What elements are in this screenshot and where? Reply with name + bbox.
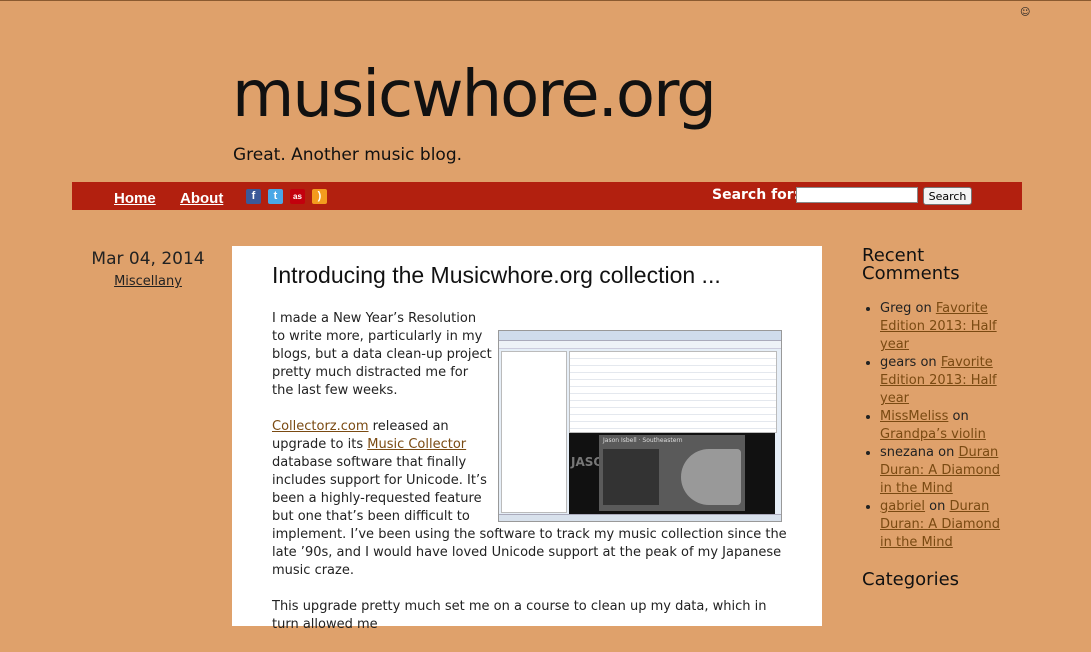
comment-on-text: on — [916, 355, 941, 370]
post-content: Introducing the Musicwhore.org collectio… — [232, 246, 822, 632]
comment-author[interactable]: MissMeliss — [880, 409, 948, 424]
post-title[interactable]: Introducing the Musicwhore.org collectio… — [272, 262, 721, 289]
lastfm-icon[interactable]: as — [290, 189, 305, 204]
collectorz-link[interactable]: Collectorz.com — [272, 419, 369, 434]
recent-comment-item: Greg on Favorite Edition 2013: Half year — [880, 300, 1006, 354]
rss-icon[interactable]: ) — [312, 189, 327, 204]
comment-author[interactable]: gabriel — [880, 499, 925, 514]
nav-home-link[interactable]: Home — [114, 190, 156, 207]
recent-comment-item: gears on Favorite Edition 2013: Half yea… — [880, 354, 1006, 408]
comment-on-text: on — [948, 409, 969, 424]
nav-about-link[interactable]: About — [180, 190, 223, 207]
comment-post-link[interactable]: Grandpa’s violin — [880, 427, 986, 442]
search-button[interactable]: Search — [923, 187, 972, 205]
post-date: Mar 04, 2014 — [91, 249, 205, 269]
comment-on-text: on — [925, 499, 950, 514]
twitter-icon[interactable]: t — [268, 189, 283, 204]
site-tagline: Great. Another music blog. — [233, 145, 463, 165]
categories-heading: Categories — [862, 569, 960, 590]
music-collector-link[interactable]: Music Collector — [367, 437, 466, 452]
search-input[interactable] — [796, 187, 918, 203]
facebook-icon[interactable]: f — [246, 189, 261, 204]
comment-on-text: on — [911, 301, 936, 316]
recent-comment-item: snezana on Duran Duran: A Diamond in the… — [880, 444, 1006, 498]
comment-author: snezana — [880, 445, 935, 460]
comment-author: Greg — [880, 301, 912, 316]
site-title[interactable]: musicwhore.org — [232, 63, 717, 127]
comment-on-text: on — [934, 445, 959, 460]
recent-comments-heading: Recent Comments — [862, 245, 960, 284]
comment-author: gears — [880, 355, 917, 370]
post-paragraph: This upgrade pretty much set me on a cou… — [272, 599, 767, 632]
search-label: Search for: — [712, 187, 800, 203]
post-body: I made a New Year’s Resolution to write … — [272, 310, 792, 652]
smiley-icon: ☺ — [1020, 7, 1031, 18]
recent-comments-list: Greg on Favorite Edition 2013: Half year… — [866, 300, 1006, 552]
nav-bar: Home About f t as ) Search for: Search — [72, 182, 1022, 210]
recent-comment-item: gabriel on Duran Duran: A Diamond in the… — [880, 498, 1006, 552]
post-category-link[interactable]: Miscellany — [90, 274, 206, 289]
recent-comment-item: MissMeliss on Grandpa’s violin — [880, 408, 1006, 444]
